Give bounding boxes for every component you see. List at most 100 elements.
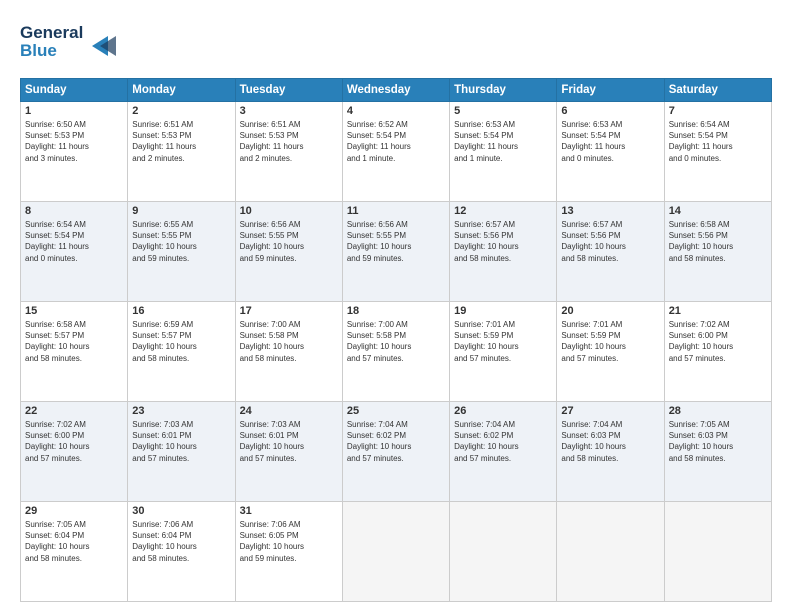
day-cell-10: 10 Sunrise: 6:56 AM Sunset: 5:55 PM Dayli…	[235, 202, 342, 302]
day-cell-21: 21 Sunrise: 7:02 AM Sunset: 6:00 PM Dayli…	[664, 302, 771, 402]
header: General Blue	[20, 18, 772, 68]
weekday-header-thursday: Thursday	[450, 79, 557, 102]
day-number: 8	[25, 205, 123, 217]
day-cell-1: 1 Sunrise: 6:50 AM Sunset: 5:53 PM Daylig…	[21, 102, 128, 202]
day-detail: Sunrise: 6:51 AM Sunset: 5:53 PM Dayligh…	[132, 119, 230, 164]
weekday-header-tuesday: Tuesday	[235, 79, 342, 102]
day-cell-12: 12Sunrise: 6:57 AM Sunset: 5:56 PM Dayli…	[450, 202, 557, 302]
day-cell-25: 25 Sunrise: 7:04 AM Sunset: 6:02 PM Dayli…	[342, 402, 449, 502]
day-cell-15: 15Sunrise: 6:58 AM Sunset: 5:57 PM Dayli…	[21, 302, 128, 402]
day-cell-24: 24 Sunrise: 7:03 AM Sunset: 6:01 PM Dayli…	[235, 402, 342, 502]
day-number: 11	[347, 205, 445, 217]
day-cell-7: 7 Sunrise: 6:54 AM Sunset: 5:54 PM Daylig…	[664, 102, 771, 202]
day-detail: Sunrise: 7:00 AM Sunset: 5:58 PM Dayligh…	[240, 319, 338, 364]
day-number: 29	[25, 505, 123, 517]
day-detail: Sunrise: 7:00 AM Sunset: 5:58 PM Dayligh…	[347, 319, 445, 364]
day-number: 6	[561, 105, 659, 117]
day-number: 18	[347, 305, 445, 317]
day-number: 5	[454, 105, 552, 117]
calendar-table: SundayMondayTuesdayWednesdayThursdayFrid…	[20, 78, 772, 602]
day-number: 1	[25, 105, 123, 117]
day-detail: Sunrise: 6:59 AM Sunset: 5:57 PM Dayligh…	[132, 319, 230, 364]
day-detail: Sunrise: 7:04 AM Sunset: 6:03 PM Dayligh…	[561, 419, 659, 464]
day-number: 17	[240, 305, 338, 317]
day-cell-14: 14 Sunrise: 6:58 AM Sunset: 5:56 PM Dayli…	[664, 202, 771, 302]
day-cell-30: 30Sunrise: 7:06 AM Sunset: 6:04 PM Dayli…	[128, 502, 235, 602]
day-number: 19	[454, 305, 552, 317]
day-cell-17: 17 Sunrise: 7:00 AM Sunset: 5:58 PM Dayli…	[235, 302, 342, 402]
day-cell-19: 19 Sunrise: 7:01 AM Sunset: 5:59 PM Dayli…	[450, 302, 557, 402]
day-detail: Sunrise: 6:52 AM Sunset: 5:54 PM Dayligh…	[347, 119, 445, 164]
day-detail: Sunrise: 7:02 AM Sunset: 6:00 PM Dayligh…	[669, 319, 767, 364]
day-detail: Sunrise: 7:06 AM Sunset: 6:04 PM Dayligh…	[132, 519, 230, 564]
day-number: 4	[347, 105, 445, 117]
page: General Blue SundayMondayTuesdayWednesda…	[0, 0, 792, 612]
day-detail: Sunrise: 6:51 AM Sunset: 5:53 PM Dayligh…	[240, 119, 338, 164]
day-number: 9	[132, 205, 230, 217]
day-cell-4: 4 Sunrise: 6:52 AM Sunset: 5:54 PM Daylig…	[342, 102, 449, 202]
day-detail: Sunrise: 6:56 AM Sunset: 5:55 PM Dayligh…	[240, 219, 338, 264]
day-detail: Sunrise: 6:56 AM Sunset: 5:55 PM Dayligh…	[347, 219, 445, 264]
day-cell-16: 16 Sunrise: 6:59 AM Sunset: 5:57 PM Dayli…	[128, 302, 235, 402]
empty-cell	[664, 502, 771, 602]
day-detail: Sunrise: 7:01 AM Sunset: 5:59 PM Dayligh…	[561, 319, 659, 364]
day-detail: Sunrise: 6:57 AM Sunset: 5:56 PM Dayligh…	[454, 219, 552, 264]
day-number: 7	[669, 105, 767, 117]
weekday-header-monday: Monday	[128, 79, 235, 102]
day-cell-2: 2 Sunrise: 6:51 AM Sunset: 5:53 PM Daylig…	[128, 102, 235, 202]
day-detail: Sunrise: 6:53 AM Sunset: 5:54 PM Dayligh…	[561, 119, 659, 164]
day-detail: Sunrise: 7:03 AM Sunset: 6:01 PM Dayligh…	[240, 419, 338, 464]
empty-cell	[450, 502, 557, 602]
day-cell-22: 22Sunrise: 7:02 AM Sunset: 6:00 PM Dayli…	[21, 402, 128, 502]
day-detail: Sunrise: 6:53 AM Sunset: 5:54 PM Dayligh…	[454, 119, 552, 164]
day-cell-28: 28Sunrise: 7:05 AM Sunset: 6:03 PM Dayli…	[664, 402, 771, 502]
day-number: 14	[669, 205, 767, 217]
day-cell-11: 11 Sunrise: 6:56 AM Sunset: 5:55 PM Dayli…	[342, 202, 449, 302]
day-cell-5: 5 Sunrise: 6:53 AM Sunset: 5:54 PM Daylig…	[450, 102, 557, 202]
day-detail: Sunrise: 6:58 AM Sunset: 5:57 PM Dayligh…	[25, 319, 123, 364]
week-row-5: 29 Sunrise: 7:05 AM Sunset: 6:04 PM Dayli…	[21, 502, 772, 602]
day-cell-13: 13Sunrise: 6:57 AM Sunset: 5:56 PM Dayli…	[557, 202, 664, 302]
day-number: 3	[240, 105, 338, 117]
day-detail: Sunrise: 7:02 AM Sunset: 6:00 PM Dayligh…	[25, 419, 123, 464]
day-cell-9: 9 Sunrise: 6:55 AM Sunset: 5:55 PM Daylig…	[128, 202, 235, 302]
day-detail: Sunrise: 6:54 AM Sunset: 5:54 PM Dayligh…	[669, 119, 767, 164]
day-cell-20: 20 Sunrise: 7:01 AM Sunset: 5:59 PM Dayli…	[557, 302, 664, 402]
day-number: 26	[454, 405, 552, 417]
day-cell-3: 3 Sunrise: 6:51 AM Sunset: 5:53 PM Daylig…	[235, 102, 342, 202]
day-detail: Sunrise: 7:03 AM Sunset: 6:01 PM Dayligh…	[132, 419, 230, 464]
weekday-header-friday: Friday	[557, 79, 664, 102]
empty-cell	[342, 502, 449, 602]
svg-text:General: General	[20, 23, 83, 42]
day-detail: Sunrise: 6:50 AM Sunset: 5:53 PM Dayligh…	[25, 119, 123, 164]
week-row-1: 1 Sunrise: 6:50 AM Sunset: 5:53 PM Daylig…	[21, 102, 772, 202]
day-number: 28	[669, 405, 767, 417]
logo: General Blue	[20, 18, 130, 68]
day-detail: Sunrise: 7:01 AM Sunset: 5:59 PM Dayligh…	[454, 319, 552, 364]
logo-text: General Blue	[20, 18, 130, 68]
day-number: 2	[132, 105, 230, 117]
day-number: 24	[240, 405, 338, 417]
day-cell-6: 6 Sunrise: 6:53 AM Sunset: 5:54 PM Daylig…	[557, 102, 664, 202]
day-detail: Sunrise: 6:55 AM Sunset: 5:55 PM Dayligh…	[132, 219, 230, 264]
day-number: 25	[347, 405, 445, 417]
day-cell-31: 31Sunrise: 7:06 AM Sunset: 6:05 PM Dayli…	[235, 502, 342, 602]
day-cell-27: 27 Sunrise: 7:04 AM Sunset: 6:03 PM Dayli…	[557, 402, 664, 502]
week-row-2: 8 Sunrise: 6:54 AM Sunset: 5:54 PM Daylig…	[21, 202, 772, 302]
day-number: 20	[561, 305, 659, 317]
day-detail: Sunrise: 6:58 AM Sunset: 5:56 PM Dayligh…	[669, 219, 767, 264]
day-number: 27	[561, 405, 659, 417]
day-number: 31	[240, 505, 338, 517]
day-detail: Sunrise: 7:05 AM Sunset: 6:04 PM Dayligh…	[25, 519, 123, 564]
day-number: 16	[132, 305, 230, 317]
day-cell-29: 29 Sunrise: 7:05 AM Sunset: 6:04 PM Dayli…	[21, 502, 128, 602]
weekday-header-row: SundayMondayTuesdayWednesdayThursdayFrid…	[21, 79, 772, 102]
svg-text:Blue: Blue	[20, 41, 57, 60]
day-number: 10	[240, 205, 338, 217]
day-detail: Sunrise: 6:54 AM Sunset: 5:54 PM Dayligh…	[25, 219, 123, 264]
day-cell-8: 8 Sunrise: 6:54 AM Sunset: 5:54 PM Daylig…	[21, 202, 128, 302]
day-detail: Sunrise: 7:04 AM Sunset: 6:02 PM Dayligh…	[347, 419, 445, 464]
day-number: 21	[669, 305, 767, 317]
week-row-4: 22Sunrise: 7:02 AM Sunset: 6:00 PM Dayli…	[21, 402, 772, 502]
day-cell-26: 26Sunrise: 7:04 AM Sunset: 6:02 PM Dayli…	[450, 402, 557, 502]
